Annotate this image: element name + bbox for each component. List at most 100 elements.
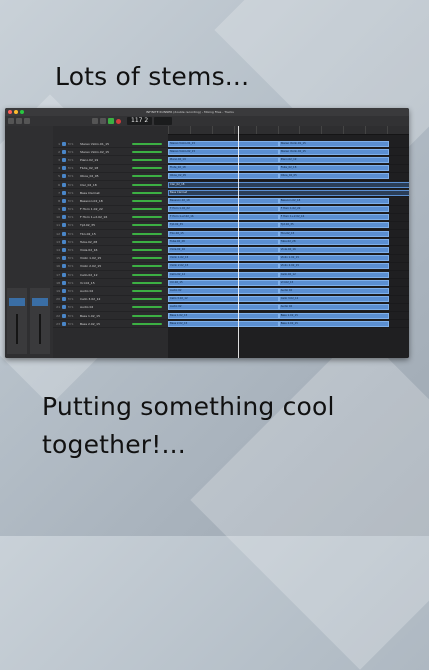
mute-solo[interactable]: M S bbox=[68, 174, 80, 178]
track-volume[interactable] bbox=[132, 183, 162, 186]
track-volume[interactable] bbox=[132, 314, 162, 317]
track-volume[interactable] bbox=[132, 289, 162, 292]
track-header[interactable]: 11 M S Tpt.02_35 bbox=[53, 222, 168, 231]
track-header[interactable]: 13 M S Tuba.02_28 bbox=[53, 238, 168, 247]
track-volume[interactable] bbox=[132, 249, 162, 252]
mute-solo[interactable]: M S bbox=[68, 248, 80, 252]
track-volume[interactable] bbox=[132, 167, 162, 170]
audio-region[interactable]: Vcl.02_15 bbox=[278, 279, 390, 286]
track-header[interactable]: 1 M S Stereo Violin.01_15 bbox=[53, 140, 168, 149]
track-header[interactable]: 5 M S Oboe_02_05 bbox=[53, 173, 168, 181]
minimize-icon[interactable] bbox=[14, 110, 18, 114]
audio-region[interactable]: Cello.02_12 bbox=[168, 271, 279, 278]
library-icon[interactable] bbox=[8, 118, 14, 124]
audio-region[interactable]: Cello 3.02_12 bbox=[278, 296, 390, 303]
track-volume[interactable] bbox=[132, 265, 162, 268]
track-header[interactable]: 2 M S Stereo Violin.02_15 bbox=[53, 148, 168, 157]
forward-icon[interactable] bbox=[100, 118, 106, 124]
audio-region[interactable]: Flute_02_18 bbox=[168, 165, 279, 172]
audio-region[interactable]: Bassoon.02_18 bbox=[278, 197, 390, 204]
toolbar-icon[interactable] bbox=[24, 118, 30, 124]
audio-region[interactable]: Audio 02 bbox=[168, 287, 279, 294]
track-volume[interactable] bbox=[132, 142, 162, 145]
track-header[interactable]: 20 M S Cello 3.02_12 bbox=[53, 296, 168, 304]
track-volume[interactable] bbox=[132, 322, 162, 325]
audio-region[interactable]: F Horn 1+2.02_16 bbox=[168, 214, 279, 221]
track-header[interactable]: 8 M S Bassoon.02_18 bbox=[53, 197, 168, 206]
audio-region[interactable]: F Horn 1.02_22 bbox=[168, 206, 279, 213]
volume-fader[interactable] bbox=[16, 314, 18, 344]
audio-region[interactable]: Flute_02_18 bbox=[278, 165, 390, 172]
audio-region[interactable]: Tpt.02_35 bbox=[168, 222, 279, 229]
track-volume[interactable] bbox=[132, 175, 162, 178]
audio-region[interactable]: Bass 1.02_15 bbox=[168, 312, 279, 319]
track-volume[interactable] bbox=[132, 232, 162, 235]
audio-region[interactable]: Tbn.02_15 bbox=[168, 230, 279, 237]
mute-solo[interactable]: M S bbox=[68, 256, 80, 260]
audio-region[interactable]: Bass 2.02_15 bbox=[278, 320, 390, 327]
zoom-icon[interactable] bbox=[20, 110, 24, 114]
audio-region[interactable]: Tpt.02_35 bbox=[278, 222, 390, 229]
audio-region[interactable]: Violin 2.02_15 bbox=[168, 263, 279, 270]
mute-solo[interactable]: M S bbox=[68, 199, 80, 203]
mute-solo[interactable]: M S bbox=[68, 207, 80, 211]
audio-region[interactable]: Bassoon.02_18 bbox=[168, 197, 279, 204]
mute-solo[interactable]: M S bbox=[68, 240, 80, 244]
track-volume[interactable] bbox=[132, 158, 162, 161]
audio-region[interactable]: Stereo Violin.02_15 bbox=[168, 148, 279, 155]
track-volume[interactable] bbox=[132, 298, 162, 301]
track-header[interactable]: 18 M S Vcl.02_15 bbox=[53, 279, 168, 288]
track-header[interactable]: 21 M S Audio 02 bbox=[53, 304, 168, 312]
track-header[interactable]: 19 M S Audio 02 bbox=[53, 287, 168, 296]
track-volume[interactable] bbox=[132, 281, 162, 284]
mute-solo[interactable]: M S bbox=[68, 166, 80, 170]
track-header[interactable]: 14 M S Viola.02_16 bbox=[53, 246, 168, 255]
audio-region[interactable]: Bass 1.02_15 bbox=[278, 312, 390, 319]
audio-region[interactable]: Tbn.02_15 bbox=[278, 230, 390, 237]
track-header[interactable]: 4 M S Flute_02_18 bbox=[53, 165, 168, 173]
audio-region[interactable]: Stereo Violin.01_15 bbox=[278, 140, 390, 147]
track-header[interactable]: 10 M SF Horn 1+2.02_16 bbox=[53, 214, 168, 222]
audio-region[interactable]: Tuba.02_28 bbox=[168, 238, 279, 245]
track-volume[interactable] bbox=[132, 191, 162, 194]
track-header[interactable]: 23 M S Bass 2.02_15 bbox=[53, 320, 168, 329]
plugin-slot[interactable] bbox=[32, 298, 48, 306]
mute-solo[interactable]: M S bbox=[68, 223, 80, 227]
mute-solo[interactable]: M S bbox=[68, 273, 80, 277]
audio-region[interactable]: Oboe_02_05 bbox=[278, 173, 390, 180]
audio-region[interactable]: Piano.02_19 bbox=[168, 156, 279, 163]
audio-region[interactable]: Tuba.02_28 bbox=[278, 238, 390, 245]
track-volume[interactable] bbox=[132, 240, 162, 243]
mute-solo[interactable]: M S bbox=[68, 142, 80, 146]
mute-solo[interactable]: M S bbox=[68, 158, 80, 162]
audio-region[interactable]: F Horn 1+2.02_16 bbox=[278, 214, 390, 221]
track-header[interactable]: 22 M S Bass 1.02_15 bbox=[53, 312, 168, 321]
audio-region[interactable]: Violin 1.02_15 bbox=[168, 255, 279, 262]
track-header[interactable]: 12 M S Tbn.02_15 bbox=[53, 230, 168, 239]
audio-region[interactable]: Audio 02 bbox=[278, 304, 390, 311]
mute-solo[interactable]: M S bbox=[68, 314, 80, 318]
audio-region[interactable]: Stereo Violin.01_15 bbox=[168, 140, 279, 147]
audio-region[interactable]: Cello.02_12 bbox=[278, 271, 390, 278]
track-header[interactable]: 9 M SF Horn 1.02_22 bbox=[53, 206, 168, 214]
mute-solo[interactable]: M S bbox=[68, 322, 80, 326]
mute-solo[interactable]: M S bbox=[68, 289, 80, 293]
track-volume[interactable] bbox=[132, 199, 162, 202]
audio-region[interactable]: Viola.02_16 bbox=[278, 247, 390, 254]
audio-region[interactable]: Violin 1.02_15 bbox=[278, 255, 390, 262]
track-volume[interactable] bbox=[132, 208, 162, 211]
mute-solo[interactable]: M S bbox=[68, 232, 80, 236]
track-volume[interactable] bbox=[132, 306, 162, 309]
audio-region[interactable]: Stereo Violin.02_15 bbox=[278, 148, 390, 155]
arrange-area[interactable]: Stereo Violin.01_15 Stereo Violin.01_15 St… bbox=[168, 126, 409, 358]
mute-solo[interactable]: M S bbox=[68, 183, 80, 187]
mute-solo[interactable]: M S bbox=[68, 150, 80, 154]
track-header[interactable]: 17 M S Cello.02_12 bbox=[53, 271, 168, 280]
track-volume[interactable] bbox=[132, 273, 162, 276]
track-volume[interactable] bbox=[132, 150, 162, 153]
timeline-ruler[interactable] bbox=[168, 126, 409, 135]
track-header[interactable]: 16 M S Violin 2.02_15 bbox=[53, 263, 168, 271]
track-volume[interactable] bbox=[132, 257, 162, 260]
mute-solo[interactable]: M S bbox=[68, 191, 80, 195]
track-header[interactable]: 15 M S Violin 1.02_15 bbox=[53, 255, 168, 263]
